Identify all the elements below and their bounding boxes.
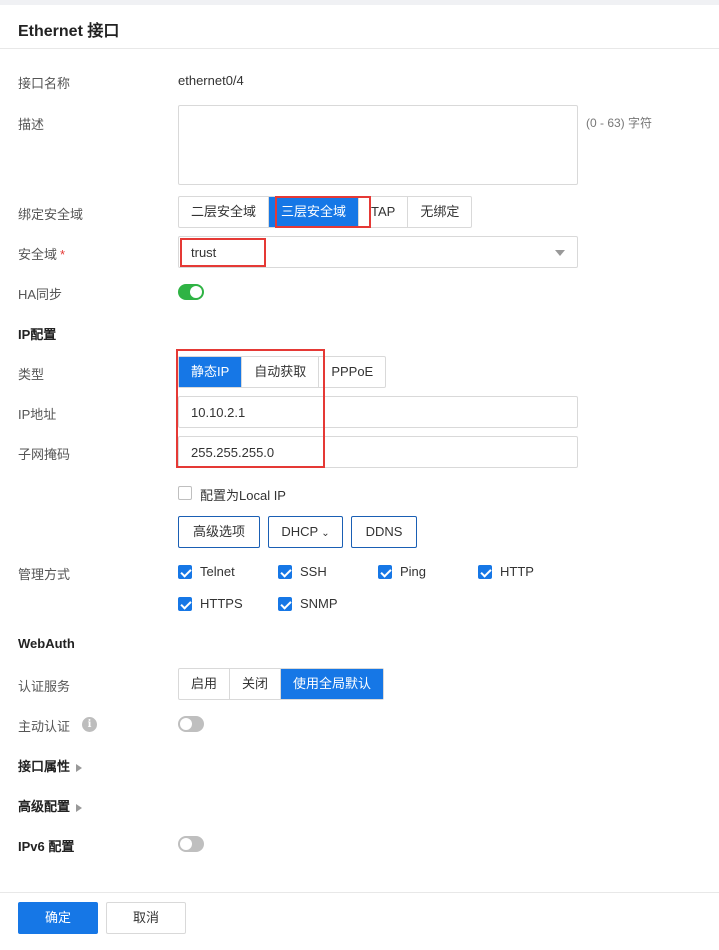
- dhcp-button[interactable]: DHCP ⌄: [268, 516, 343, 548]
- mgmt-ssh-label: SSH: [300, 564, 327, 579]
- description-textarea[interactable]: [178, 105, 578, 185]
- subnet-mask-value: 255.255.255.0: [191, 445, 275, 460]
- description-length-hint: (0 - 63) 字符: [586, 116, 653, 130]
- mgmt-telnet-label: Telnet: [200, 564, 235, 579]
- dialog-footer: 确定 取消: [0, 892, 719, 950]
- ha-sync-toggle[interactable]: [178, 284, 204, 300]
- toggle-knob: [180, 718, 192, 730]
- mgmt-http-checkbox[interactable]: [478, 565, 492, 579]
- mgmt-ssh-checkbox[interactable]: [278, 565, 292, 579]
- subnet-mask-input[interactable]: 255.255.255.0: [178, 436, 578, 468]
- ha-sync-label: HA同步: [18, 287, 63, 302]
- mgmt-snmp-label: SNMP: [300, 596, 338, 611]
- ip-address-input[interactable]: 10.10.2.1: [178, 396, 578, 428]
- info-icon[interactable]: i: [82, 717, 97, 732]
- zone-select[interactable]: trust: [178, 236, 578, 268]
- toggle-knob: [180, 838, 192, 850]
- auth-service-enable[interactable]: 启用: [179, 669, 231, 699]
- zone-bind-none[interactable]: 无绑定: [408, 197, 471, 227]
- iface-name-label: 接口名称: [18, 76, 71, 91]
- ip-config-section-title: IP配置: [18, 327, 57, 342]
- mgmt-label: 管理方式: [18, 567, 71, 582]
- mgmt-ping-label: Ping: [400, 564, 427, 579]
- mgmt-https-checkbox[interactable]: [178, 597, 192, 611]
- mgmt-https-label: HTTPS: [200, 596, 243, 611]
- expand-triangle-icon: [76, 803, 83, 812]
- cancel-button[interactable]: 取消: [106, 902, 186, 934]
- iface-attr-section[interactable]: 接口属性: [18, 756, 83, 775]
- active-auth-toggle[interactable]: [178, 716, 204, 732]
- ip-type-dhcp[interactable]: 自动获取: [242, 357, 320, 387]
- iface-name-value: ethernet0/4: [178, 73, 244, 88]
- active-auth-label: 主动认证: [18, 719, 71, 734]
- zone-bind-segmented: 二层安全域 三层安全域 TAP 无绑定: [178, 196, 473, 228]
- required-mark: *: [60, 247, 66, 262]
- expand-triangle-icon: [76, 763, 83, 772]
- zone-bind-layer2[interactable]: 二层安全域: [179, 197, 270, 227]
- zone-bind-tap[interactable]: TAP: [359, 197, 409, 227]
- local-ip-checkbox[interactable]: [178, 486, 192, 500]
- auth-service-disable[interactable]: 关闭: [230, 669, 282, 699]
- caret-down-icon: [555, 250, 565, 256]
- ipv6-toggle[interactable]: [178, 836, 204, 852]
- advanced-options-button[interactable]: 高级选项: [178, 516, 260, 548]
- dialog-title: Ethernet 接口: [18, 23, 120, 40]
- auth-service-label: 认证服务: [18, 679, 71, 694]
- zone-label: 安全域 *: [18, 247, 66, 262]
- local-ip-label: 配置为Local IP: [200, 488, 286, 503]
- toggle-knob: [190, 286, 202, 298]
- dialog-header: Ethernet 接口: [0, 5, 719, 49]
- zone-bind-label: 绑定安全域: [18, 207, 84, 222]
- mgmt-telnet-checkbox[interactable]: [178, 565, 192, 579]
- ip-address-value: 10.10.2.1: [191, 405, 246, 420]
- ip-type-static[interactable]: 静态IP: [179, 357, 243, 387]
- auth-service-global-default[interactable]: 使用全局默认: [281, 669, 384, 699]
- advanced-config-section[interactable]: 高级配置: [18, 796, 83, 815]
- mgmt-snmp-checkbox[interactable]: [278, 597, 292, 611]
- chevron-down-icon: ⌄: [321, 528, 330, 539]
- mgmt-ping-checkbox[interactable]: [378, 565, 392, 579]
- ddns-button[interactable]: DDNS: [351, 516, 417, 548]
- ip-type-segmented: 静态IP 自动获取 PPPoE: [178, 356, 387, 388]
- ipv6-config-section-title: IPv6 配置: [18, 839, 75, 854]
- description-label: 描述: [18, 117, 45, 132]
- webauth-section-title: WebAuth: [18, 636, 75, 651]
- subnet-mask-label: 子网掩码: [18, 447, 71, 462]
- ip-type-label: 类型: [18, 367, 45, 382]
- ok-button[interactable]: 确定: [18, 902, 98, 934]
- zone-bind-layer3[interactable]: 三层安全域: [269, 197, 360, 227]
- auth-service-segmented: 启用 关闭 使用全局默认: [178, 668, 385, 700]
- ip-address-label: IP地址: [18, 407, 57, 422]
- mgmt-http-label: HTTP: [500, 564, 534, 579]
- zone-select-value: trust: [191, 245, 217, 260]
- ip-type-pppoe[interactable]: PPPoE: [319, 357, 385, 387]
